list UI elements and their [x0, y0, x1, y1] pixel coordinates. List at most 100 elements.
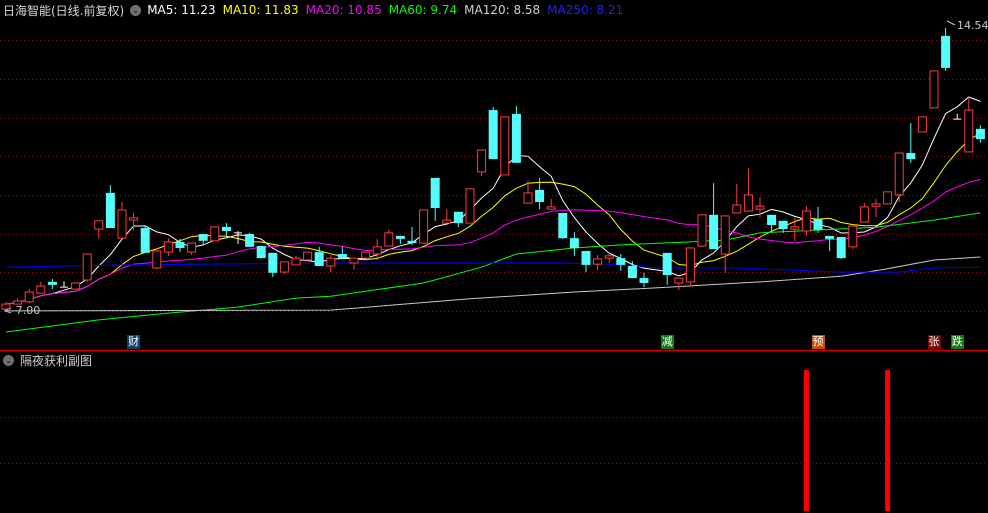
candle — [604, 252, 614, 264]
candle — [187, 242, 197, 256]
candle-body — [639, 278, 649, 283]
candle-body — [813, 218, 823, 230]
candle — [163, 238, 173, 256]
signal-bar — [803, 370, 809, 511]
candle — [129, 212, 139, 230]
candle-body — [941, 35, 951, 68]
candle-body — [778, 220, 788, 230]
candle — [755, 197, 765, 218]
chevron-down-icon[interactable]: ⌄ — [130, 4, 142, 16]
candle-body — [256, 246, 266, 259]
candlesticks — [1, 27, 985, 311]
event-marker-finance[interactable]: 财 — [127, 335, 141, 349]
event-marker-forecast[interactable]: 预 — [811, 335, 825, 349]
candle — [546, 198, 556, 210]
candle-body — [175, 241, 185, 248]
ma250-line — [5, 262, 981, 273]
ma60-value: MA60: 9.74 — [388, 3, 458, 17]
kline-chart[interactable] — [0, 0, 988, 513]
candle — [60, 281, 68, 288]
candle — [859, 203, 869, 223]
candle-body — [36, 285, 46, 294]
candle-body — [697, 214, 707, 247]
candle-body — [488, 110, 498, 160]
candle-body — [709, 214, 719, 250]
candle-body — [767, 214, 777, 225]
candle — [488, 107, 498, 160]
candle — [569, 232, 579, 256]
candle-body — [71, 282, 81, 290]
candle — [361, 251, 371, 259]
candle — [210, 226, 220, 242]
candle-body — [546, 206, 556, 210]
stock-title[interactable]: 日海智能(日线.前复权) — [3, 2, 124, 19]
candle-body — [906, 153, 916, 160]
candle-body — [94, 220, 104, 230]
candle — [697, 214, 707, 247]
candle — [558, 212, 568, 239]
candle-body — [859, 206, 869, 223]
candle — [964, 96, 974, 153]
candle-body — [883, 191, 893, 205]
candle — [47, 278, 57, 290]
candle-body — [453, 211, 463, 224]
candle-body — [442, 219, 452, 224]
candle — [778, 220, 788, 233]
candle — [813, 206, 823, 233]
candle — [732, 183, 742, 214]
candle-body — [871, 203, 881, 207]
candle — [848, 225, 858, 250]
candle — [685, 247, 695, 285]
candle — [790, 217, 800, 241]
candle-body — [407, 240, 417, 244]
candle — [639, 272, 649, 288]
candle — [384, 229, 394, 247]
candle-body — [825, 235, 835, 239]
candle — [581, 250, 591, 273]
candle — [105, 185, 115, 228]
candle — [337, 246, 347, 259]
candle — [593, 255, 603, 270]
ma5-value: MA5: 11.23 — [147, 3, 216, 17]
subpane-title[interactable]: 隔夜获利副图 — [20, 352, 92, 369]
chevron-down-icon[interactable]: ⌄ — [3, 355, 14, 366]
candle-body — [337, 253, 347, 259]
candle-body — [477, 149, 487, 173]
candle-body — [198, 234, 208, 241]
ma10-value: MA10: 11.83 — [222, 3, 299, 17]
candle-body — [384, 232, 394, 247]
candle — [627, 261, 637, 279]
candle-body — [82, 253, 92, 281]
candle-body — [268, 252, 278, 273]
candle-body — [627, 266, 637, 279]
candle-body — [720, 215, 730, 255]
candle-body — [511, 113, 521, 163]
candle — [720, 215, 730, 273]
candle — [152, 247, 162, 270]
high-price-pointer — [946, 20, 956, 26]
candle-body — [801, 210, 811, 232]
candle — [245, 232, 255, 247]
candle — [662, 252, 672, 285]
candle — [894, 152, 904, 203]
candle-body — [291, 257, 301, 266]
event-marker-reduce[interactable]: 减 — [660, 335, 674, 349]
candle — [349, 257, 359, 270]
candle-body — [836, 237, 846, 259]
candle-body — [314, 252, 324, 267]
candle-body — [361, 251, 371, 259]
candle-body — [558, 212, 568, 239]
candle-body — [210, 226, 220, 242]
event-marker-limit-up[interactable]: 张 — [927, 335, 941, 349]
candle — [140, 226, 150, 253]
high-price-label: 14.54 — [957, 19, 988, 32]
candle — [453, 211, 463, 227]
candle-body — [732, 204, 742, 214]
candle-body — [685, 247, 695, 283]
candle — [82, 253, 92, 282]
candle — [279, 261, 289, 274]
event-marker-limit-down[interactable]: 跌 — [950, 335, 964, 349]
candle-body — [47, 281, 57, 285]
candle-body — [790, 226, 800, 230]
candle-body — [964, 109, 974, 153]
